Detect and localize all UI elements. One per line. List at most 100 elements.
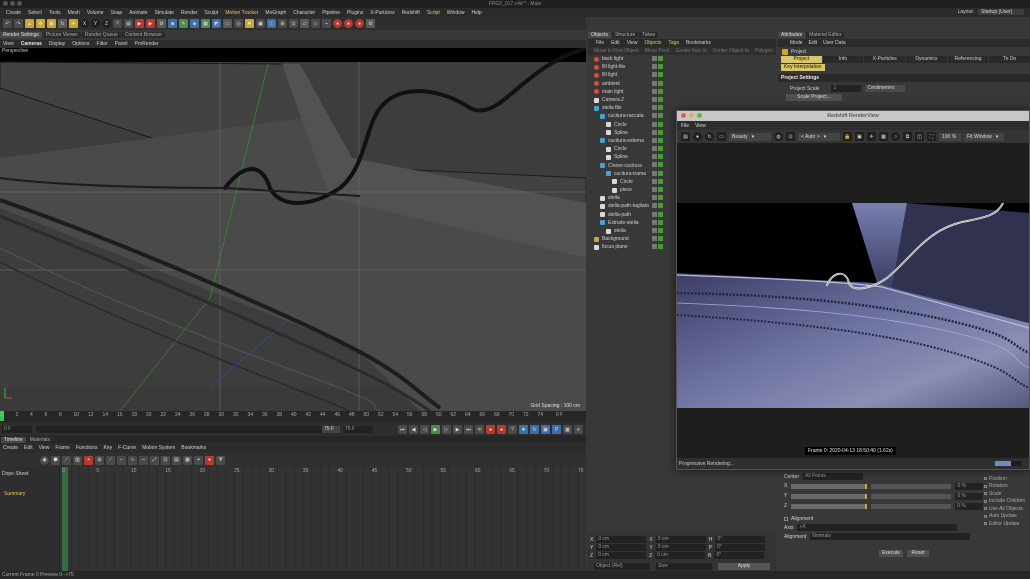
tab-timeline[interactable]: Timeline bbox=[1, 436, 26, 443]
axis-slider[interactable] bbox=[791, 493, 868, 499]
filter-icon[interactable]: ⧩ bbox=[216, 455, 225, 465]
attributes-menu-edit[interactable]: Edit bbox=[809, 40, 818, 46]
scale-icon[interactable]: ▣ bbox=[47, 19, 56, 28]
timeline-menu-bookmarks[interactable]: Bookmarks bbox=[181, 445, 206, 451]
visibility-dots-icon[interactable] bbox=[652, 203, 657, 209]
redo-icon[interactable]: ↷ bbox=[14, 19, 23, 28]
ik-icon[interactable]: ⌁ bbox=[322, 19, 331, 28]
dope-playhead[interactable] bbox=[62, 467, 68, 571]
coord-input[interactable]: 0 cm bbox=[596, 552, 647, 559]
visibility-dots-icon[interactable] bbox=[652, 162, 657, 168]
viewport-menu-cameras[interactable]: Cameras bbox=[21, 41, 42, 47]
menu-item-volume[interactable]: Volume bbox=[87, 10, 104, 16]
frame-range-slider[interactable] bbox=[36, 426, 336, 433]
dope-sheet-grid[interactable]: 0 5 10 15 20 25 30 35 40 45 50 55 60 65 70 75 bbox=[62, 467, 586, 571]
tab-materials[interactable]: Materials bbox=[26, 436, 54, 443]
project-tab-to-do[interactable]: To Do bbox=[989, 56, 1030, 63]
menu-item-plugins[interactable]: Plugins bbox=[347, 10, 363, 16]
attributes-menu-user-data[interactable]: User Data bbox=[823, 40, 846, 46]
visibility-dots-icon[interactable] bbox=[652, 137, 657, 143]
visibility-dots-icon[interactable] bbox=[652, 64, 657, 70]
check-icon[interactable] bbox=[658, 129, 663, 135]
menu-item-script[interactable]: Script bbox=[427, 10, 440, 16]
object-row[interactable]: ambient bbox=[588, 80, 776, 88]
grid-icon[interactable]: ⊞ bbox=[278, 19, 287, 28]
menu-item-render[interactable]: Render bbox=[181, 10, 197, 16]
option-row[interactable]: Auto Update bbox=[984, 513, 1028, 521]
visibility-dots-icon[interactable] bbox=[652, 227, 657, 233]
check-icon[interactable] bbox=[658, 178, 663, 184]
option-checkbox[interactable] bbox=[984, 499, 987, 503]
option-checkbox[interactable] bbox=[984, 477, 987, 481]
option-checkbox[interactable] bbox=[984, 507, 987, 511]
camera-icon[interactable]: ◎ bbox=[234, 19, 243, 28]
render-image[interactable] bbox=[677, 203, 1029, 408]
rs-settings-icon[interactable]: ⚙ bbox=[366, 19, 375, 28]
layout-select[interactable]: Startup (User) bbox=[978, 9, 1024, 15]
key-param-icon[interactable]: P bbox=[552, 425, 561, 434]
attributes-menu-mode[interactable]: Mode bbox=[790, 40, 803, 46]
objects-menu-tags[interactable]: Tags bbox=[668, 40, 679, 46]
menu-item-x-particles[interactable]: X-Particles bbox=[370, 10, 394, 16]
key-tools-icon[interactable]: ⊞ bbox=[95, 455, 104, 465]
record-icon[interactable]: ● bbox=[486, 425, 495, 434]
check-icon[interactable] bbox=[658, 146, 663, 152]
visibility-dots-icon[interactable] bbox=[652, 88, 657, 94]
frame-all-icon[interactable]: ⊡ bbox=[161, 455, 170, 465]
option-row[interactable]: Use All Objects bbox=[984, 505, 1028, 513]
visibility-dots-icon[interactable] bbox=[652, 236, 657, 242]
objects-menu-file[interactable]: File bbox=[596, 40, 604, 46]
rv-channel-icon[interactable]: ◍ bbox=[774, 132, 783, 141]
check-icon[interactable] bbox=[658, 162, 663, 168]
coord-input[interactable]: 0 cm bbox=[655, 544, 706, 551]
snap-key-icon[interactable]: ⌖ bbox=[194, 455, 203, 465]
renderview-minimize-dot[interactable] bbox=[689, 113, 694, 118]
rv-grid-icon[interactable]: ▦ bbox=[879, 132, 888, 141]
interp-linear-icon[interactable]: ⟋ bbox=[106, 455, 115, 465]
timeline-menu-frame[interactable]: Frame bbox=[55, 445, 69, 451]
timeline-menu-key[interactable]: Key bbox=[104, 445, 113, 451]
z-axis-icon[interactable]: Z bbox=[102, 19, 111, 28]
viewport-menu-prorender[interactable]: ProRender bbox=[134, 41, 158, 47]
menu-item-animate[interactable]: Animate bbox=[129, 10, 147, 16]
menu-item-mograph[interactable]: MoGraph bbox=[265, 10, 286, 16]
live-select-icon[interactable]: ▲ bbox=[25, 19, 34, 28]
menu-item-character[interactable]: Character bbox=[293, 10, 315, 16]
interp-step-icon[interactable]: ⌐ bbox=[117, 455, 126, 465]
axis-slider[interactable] bbox=[791, 483, 868, 489]
objects-bar-4[interactable]: Polygon bbox=[755, 48, 773, 54]
tab-material-editor[interactable]: Material Editor bbox=[806, 32, 845, 38]
check-icon[interactable] bbox=[658, 88, 663, 94]
x-axis-icon[interactable]: X bbox=[80, 19, 89, 28]
viewport-menu-view[interactable]: View bbox=[3, 41, 14, 47]
objects-bar-0[interactable]: Move to First Object bbox=[594, 48, 639, 54]
visibility-dots-icon[interactable] bbox=[652, 129, 657, 135]
option-checkbox[interactable] bbox=[984, 484, 987, 488]
tab-takes[interactable]: Takes bbox=[639, 32, 659, 38]
prev-frame-icon[interactable]: ◁ bbox=[420, 425, 429, 434]
coord-mode-select[interactable]: Object (Rel) bbox=[594, 563, 650, 570]
axis-slider[interactable] bbox=[791, 503, 868, 509]
ease-icon[interactable]: ∽ bbox=[139, 455, 148, 465]
check-icon[interactable] bbox=[658, 170, 663, 176]
project-tab-x-particles[interactable]: X-Particles bbox=[864, 56, 906, 63]
rv-crosshair-icon[interactable]: ✛ bbox=[867, 132, 876, 141]
project-scale-unit[interactable]: Centimeters bbox=[865, 85, 906, 92]
viewport-3d[interactable]: Perspective Grid Spacing : 100 cm bbox=[0, 48, 586, 411]
menu-item-sculpt[interactable]: Sculpt bbox=[204, 10, 218, 16]
option-checkbox[interactable] bbox=[984, 492, 987, 496]
object-row[interactable]: back light bbox=[588, 55, 776, 63]
timeline-ruler[interactable]: 0 F 0 2 4 6 8 10 12 14 16 18 20 22 24 26 28 30 32 34 36 38 4… bbox=[0, 411, 586, 422]
rv-refresh-icon[interactable]: ↻ bbox=[705, 132, 714, 141]
check-icon[interactable] bbox=[658, 211, 663, 217]
next-key-icon[interactable]: ▶ bbox=[453, 425, 462, 434]
clapper-icon[interactable]: ▤ bbox=[124, 19, 133, 28]
option-row[interactable]: Editor Update bbox=[984, 520, 1028, 528]
check-icon[interactable] bbox=[658, 80, 663, 86]
visibility-dots-icon[interactable] bbox=[652, 96, 657, 102]
project-tab-project-settings[interactable]: Project Settings bbox=[781, 56, 822, 69]
option-row[interactable]: Position bbox=[984, 475, 1028, 483]
end-frame-field[interactable]: 75 F bbox=[343, 426, 373, 433]
motion-mode-icon[interactable]: ▥ bbox=[73, 455, 82, 465]
axis-value-input[interactable]: 0 % bbox=[955, 492, 984, 500]
